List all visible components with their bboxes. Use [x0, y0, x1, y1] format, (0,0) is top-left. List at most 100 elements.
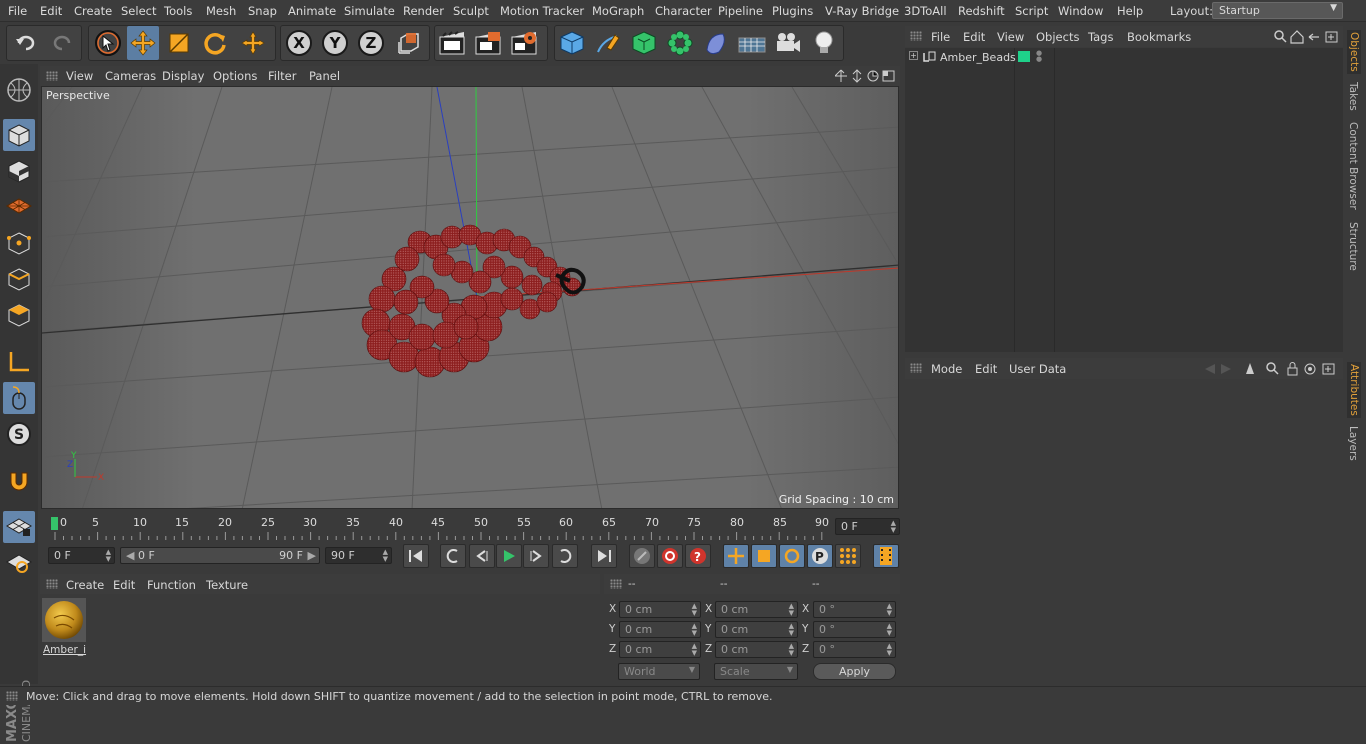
polygon-mode-icon[interactable] [3, 299, 35, 331]
end-frame-field[interactable]: 90 F ▲ ▼ [325, 547, 392, 564]
new-window-icon[interactable] [1325, 31, 1338, 43]
nav-forward-arrow-icon[interactable] [1221, 364, 1231, 374]
position-x-field[interactable]: 0 cm ▲ ▼ [619, 601, 701, 618]
render-picture-viewer-icon[interactable] [472, 26, 504, 60]
pen-spline-icon[interactable] [592, 26, 624, 60]
key-parameter-button[interactable]: P [807, 544, 833, 568]
tweak-mode-icon[interactable] [3, 382, 35, 414]
menu-script[interactable]: Script [1015, 4, 1048, 18]
solo-mode-icon[interactable]: S [3, 418, 35, 450]
stepper-arrows-icon[interactable]: ▲ ▼ [383, 549, 388, 563]
stepper-arrows-icon[interactable]: ▲ ▼ [891, 520, 896, 534]
menu-edit[interactable]: Edit [40, 4, 62, 18]
workplane-mode-icon[interactable] [3, 191, 35, 223]
nav-back-arrow-icon[interactable] [1205, 364, 1215, 374]
live-selection-icon[interactable] [92, 26, 124, 60]
menu-plugins[interactable]: Plugins [772, 4, 813, 18]
light-icon[interactable] [808, 26, 840, 60]
stepper-arrows-icon[interactable]: ▲ ▼ [789, 623, 794, 637]
new-window-icon[interactable] [1322, 363, 1335, 375]
menu-redshift[interactable]: Redshift [958, 4, 1005, 18]
scale-tool-icon[interactable] [163, 26, 195, 60]
attributes-menu-user-data[interactable]: User Data [1009, 362, 1066, 376]
menu-vray-bridge[interactable]: V-Ray Bridge [825, 4, 899, 18]
subdivision-surface-icon[interactable] [628, 26, 660, 60]
menu-mograph[interactable]: MoGraph [592, 4, 644, 18]
stepper-arrows-icon[interactable]: ▲ ▼ [106, 549, 111, 563]
rotate-tool-icon[interactable] [199, 26, 231, 60]
menu-sculpt[interactable]: Sculpt [453, 4, 489, 18]
viewport-menu-cameras[interactable]: Cameras [105, 69, 156, 83]
key-pla-button[interactable] [835, 544, 861, 568]
attributes-menu-mode[interactable]: Mode [931, 362, 962, 376]
viewport-menu-filter[interactable]: Filter [268, 69, 296, 83]
stepper-arrows-icon[interactable]: ▲ ▼ [692, 603, 697, 617]
viewport-menu-view[interactable]: View [66, 69, 93, 83]
stepper-arrows-icon[interactable]: ▲ ▼ [887, 643, 892, 657]
next-keyframe-button[interactable] [552, 544, 578, 568]
coordinate-system-icon[interactable] [393, 26, 425, 60]
home-icon[interactable] [1290, 30, 1304, 44]
key-scale-button[interactable] [751, 544, 777, 568]
object-list[interactable]: + Amber_Beads ● ● [905, 48, 1343, 352]
menu-mesh[interactable]: Mesh [206, 4, 236, 18]
render-view-icon[interactable] [436, 26, 468, 60]
menu-window[interactable]: Window [1058, 4, 1103, 18]
point-mode-icon[interactable] [3, 227, 35, 259]
attributes-menu-edit[interactable]: Edit [975, 362, 997, 376]
cloner-icon[interactable] [664, 26, 696, 60]
stepper-arrows-icon[interactable]: ▲ ▼ [789, 643, 794, 657]
prev-keyframe-button[interactable] [440, 544, 466, 568]
menu-render[interactable]: Render [403, 4, 444, 18]
stepper-arrows-icon[interactable]: ▲ ▼ [887, 603, 892, 617]
timeline-ruler[interactable]: 0 5 10 15 20 25 30 35 40 45 50 55 60 65 … [40, 512, 904, 540]
edge-mode-icon[interactable] [3, 263, 35, 295]
menu-create[interactable]: Create [74, 4, 112, 18]
objects-menu-objects[interactable]: Objects [1036, 30, 1079, 44]
object-row[interactable]: + Amber_Beads ● ● [905, 50, 1343, 68]
texture-mode-icon[interactable] [3, 155, 35, 187]
goto-start-button[interactable] [403, 544, 429, 568]
perspective-viewport[interactable]: X Y Z Perspective Grid Spacing : 10 cm [41, 86, 899, 509]
move-tool-icon[interactable] [127, 26, 159, 60]
target-icon[interactable] [1304, 363, 1316, 375]
prev-frame-button[interactable] [469, 544, 495, 568]
play-button[interactable] [496, 544, 522, 568]
workplane-lock-icon[interactable] [3, 511, 35, 543]
x-axis-lock-icon[interactable]: X [283, 26, 315, 60]
menu-snap[interactable]: Snap [248, 4, 277, 18]
viewport-menu-options[interactable]: Options [213, 69, 257, 83]
stepper-arrows-icon[interactable]: ▲ ▼ [692, 623, 697, 637]
model-mode-icon[interactable] [3, 119, 35, 151]
key-rotation-button[interactable] [779, 544, 805, 568]
camera-icon[interactable] [772, 26, 804, 60]
snap-magnet-icon[interactable] [3, 465, 35, 497]
viewport-menu-display[interactable]: Display [162, 69, 204, 83]
position-z-field[interactable]: 0 cm ▲ ▼ [619, 641, 701, 658]
key-position-button[interactable] [723, 544, 749, 568]
redo-icon[interactable] [46, 26, 78, 60]
rotation-h-field[interactable]: 0 ° ▲ ▼ [813, 601, 896, 618]
keyframe-selection-button[interactable]: ? [685, 544, 711, 568]
cube-object-icon[interactable] [556, 26, 588, 60]
stepper-arrows-icon[interactable]: ▲ ▼ [692, 643, 697, 657]
apply-button[interactable]: Apply [813, 663, 896, 680]
goto-end-button[interactable] [591, 544, 617, 568]
menu-select[interactable]: Select [121, 4, 156, 18]
menu-character[interactable]: Character [655, 4, 712, 18]
size-x-field[interactable]: 0 cm ▲ ▼ [715, 601, 798, 618]
objects-menu-bookmarks[interactable]: Bookmarks [1127, 30, 1191, 44]
tab-content-browser[interactable]: Content Browser [1347, 122, 1359, 210]
size-y-field[interactable]: 0 cm ▲ ▼ [715, 621, 798, 638]
stepper-arrows-icon[interactable]: ▲ ▼ [789, 603, 794, 617]
objects-menu-edit[interactable]: Edit [963, 30, 985, 44]
visibility-dots-icon[interactable]: ● ● [1036, 50, 1042, 63]
material-menu-function[interactable]: Function [147, 578, 196, 592]
viewport-menu-panel[interactable]: Panel [309, 69, 340, 83]
next-frame-button[interactable] [523, 544, 549, 568]
search-icon[interactable] [1266, 362, 1279, 375]
menu-pipeline[interactable]: Pipeline [718, 4, 763, 18]
range-right-arrow-icon[interactable]: ▶ [308, 549, 316, 562]
z-axis-lock-icon[interactable]: Z [355, 26, 387, 60]
record-keys-button[interactable] [629, 544, 655, 568]
